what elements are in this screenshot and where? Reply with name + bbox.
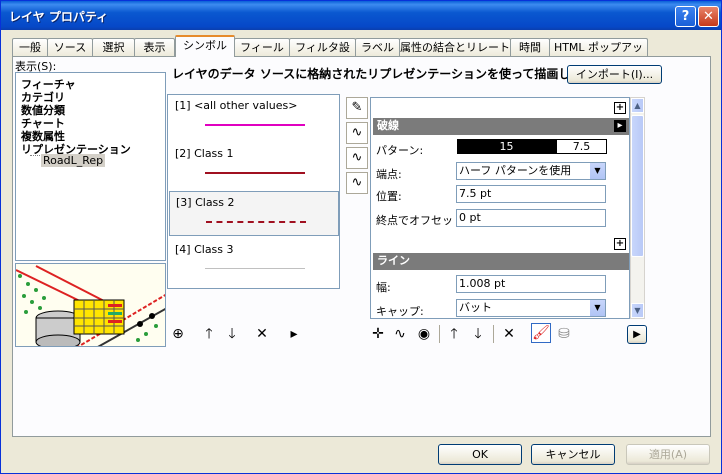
- tab-definition-query[interactable]: フィルタ設定: [289, 38, 356, 71]
- class-label: [2] Class 1: [175, 147, 234, 160]
- tab-joins-relates[interactable]: 属性の結合とリレート: [399, 38, 511, 57]
- pattern-label: パターン:: [376, 144, 424, 157]
- width-field[interactable]: 1.008 pt: [456, 275, 606, 293]
- properties-scrollbar[interactable]: ▲ ▼: [630, 97, 645, 319]
- chevron-down-icon[interactable]: ▼: [590, 300, 605, 316]
- add-marker-layer-icon[interactable]: ✛: [369, 325, 387, 343]
- stroke-layer-icon[interactable]: ∿: [346, 147, 368, 169]
- endpoint-value: ハーフ パターンを使用: [459, 164, 572, 177]
- class-label: [3] Class 2: [176, 196, 235, 209]
- add-fill-layer-icon[interactable]: ◉: [415, 325, 433, 343]
- panel-menu-button[interactable]: ▶: [627, 325, 647, 344]
- show-tree: フィーチャ カテゴリ 数値分類 チャート 複数属性 リプレゼンテーション Roa…: [15, 72, 166, 261]
- database-icon[interactable]: ⛁: [555, 325, 573, 343]
- preview-map-icon: [16, 264, 165, 346]
- scroll-thumb[interactable]: [631, 115, 644, 257]
- class-label: [4] Class 3: [175, 243, 234, 256]
- remove-layer-icon[interactable]: ✕: [500, 325, 518, 343]
- pattern-dash-segment[interactable]: 15: [457, 139, 556, 154]
- layer-properties-dialog: レイヤ プロパティ ? ✕ 一般 ソース 選択 表示 シンボル フィールド フィ…: [0, 0, 722, 474]
- tab-html-popup[interactable]: HTML ポップアップ: [549, 38, 648, 71]
- ok-button[interactable]: OK: [438, 444, 522, 465]
- cap-select[interactable]: バット ▼: [456, 299, 606, 317]
- class-item-class3[interactable]: [4] Class 3: [169, 239, 339, 284]
- marker-tool-icon[interactable]: ✎: [346, 97, 368, 119]
- position-label: 位置:: [376, 190, 402, 203]
- import-button[interactable]: インポート(I)...: [567, 65, 662, 84]
- add-class-icon[interactable]: ⊕: [169, 325, 187, 343]
- brush-icon[interactable]: 🖌: [531, 323, 551, 343]
- toolbar-separator: [493, 325, 494, 343]
- move-down-icon[interactable]: 🡓: [223, 325, 241, 343]
- apply-button[interactable]: 適用(A): [626, 444, 710, 465]
- scroll-down-icon[interactable]: ▼: [631, 303, 644, 318]
- help-button[interactable]: ?: [675, 6, 696, 27]
- tab-source[interactable]: ソース: [47, 38, 93, 57]
- add-stroke-layer-icon[interactable]: ∿: [391, 325, 409, 343]
- position-field[interactable]: 7.5 pt: [456, 185, 606, 203]
- class-menu-icon[interactable]: ▸: [285, 325, 303, 343]
- tree-item-roadl-rep[interactable]: RoadL_Rep: [41, 154, 106, 167]
- tab-fields[interactable]: フィールド: [234, 38, 290, 71]
- chevron-down-icon[interactable]: ▼: [590, 163, 605, 179]
- section-menu-icon[interactable]: ▸: [614, 120, 626, 132]
- width-label: 幅:: [376, 281, 391, 294]
- scroll-up-icon[interactable]: ▲: [631, 98, 644, 113]
- class-item-class1[interactable]: [2] Class 1: [169, 143, 339, 188]
- section-line: ライン: [373, 253, 629, 270]
- class-line-swatch: [206, 221, 306, 223]
- window-title: レイヤ プロパティ: [9, 10, 109, 24]
- endpoint-label: 端点:: [376, 168, 402, 181]
- section-dash: 破線: [373, 118, 629, 135]
- class-line-swatch: [205, 172, 305, 174]
- preview-image: [15, 263, 166, 347]
- tab-symbology[interactable]: シンボル: [175, 35, 235, 57]
- cancel-button[interactable]: キャンセル: [531, 444, 615, 465]
- properties-panel: + 破線 ▸ パターン: 15 7.5 端点: ハーフ パターンを使用 ▼ 位置…: [370, 97, 630, 319]
- layer-move-down-icon[interactable]: 🡓: [469, 325, 487, 343]
- expand-icon[interactable]: +: [614, 238, 626, 250]
- endpoint-select[interactable]: ハーフ パターンを使用 ▼: [456, 162, 606, 180]
- layer-move-up-icon[interactable]: 🡑: [445, 325, 463, 343]
- offset-field[interactable]: 0 pt: [456, 209, 606, 227]
- class-label: [1] <all other values>: [175, 99, 298, 112]
- cap-value: バット: [459, 301, 492, 314]
- close-button[interactable]: ✕: [698, 6, 719, 27]
- class-list: [1] <all other values> [2] Class 1 [3] C…: [167, 94, 340, 289]
- tab-labels[interactable]: ラベル: [355, 38, 400, 57]
- offset-label: 終点でオフセット:: [376, 214, 468, 227]
- tab-display[interactable]: 表示: [134, 38, 175, 57]
- tree-connector: [30, 155, 40, 156]
- stroke-layer-icon[interactable]: ∿: [346, 122, 368, 144]
- toolbar-separator: [439, 325, 440, 343]
- title-bar: レイヤ プロパティ ? ✕: [1, 1, 721, 30]
- move-up-icon[interactable]: 🡑: [200, 325, 218, 343]
- expand-icon[interactable]: +: [614, 102, 626, 114]
- cap-label: キャップ:: [376, 305, 424, 318]
- tab-general[interactable]: 一般: [12, 38, 48, 57]
- stroke-layer-icon[interactable]: ∿: [346, 172, 368, 194]
- remove-class-icon[interactable]: ✕: [253, 325, 271, 343]
- class-line-swatch: [205, 268, 305, 269]
- description-text: レイヤのデータ ソースに格納されたリプレゼンテーションを使って描画します。: [172, 67, 606, 81]
- class-item-class2[interactable]: [3] Class 2: [169, 191, 339, 236]
- tab-selection[interactable]: 選択: [92, 38, 135, 57]
- pattern-gap-segment[interactable]: 7.5: [556, 139, 607, 154]
- class-line-swatch: [205, 124, 305, 126]
- class-item-all-other[interactable]: [1] <all other values>: [169, 95, 339, 140]
- tab-time[interactable]: 時間: [510, 38, 550, 57]
